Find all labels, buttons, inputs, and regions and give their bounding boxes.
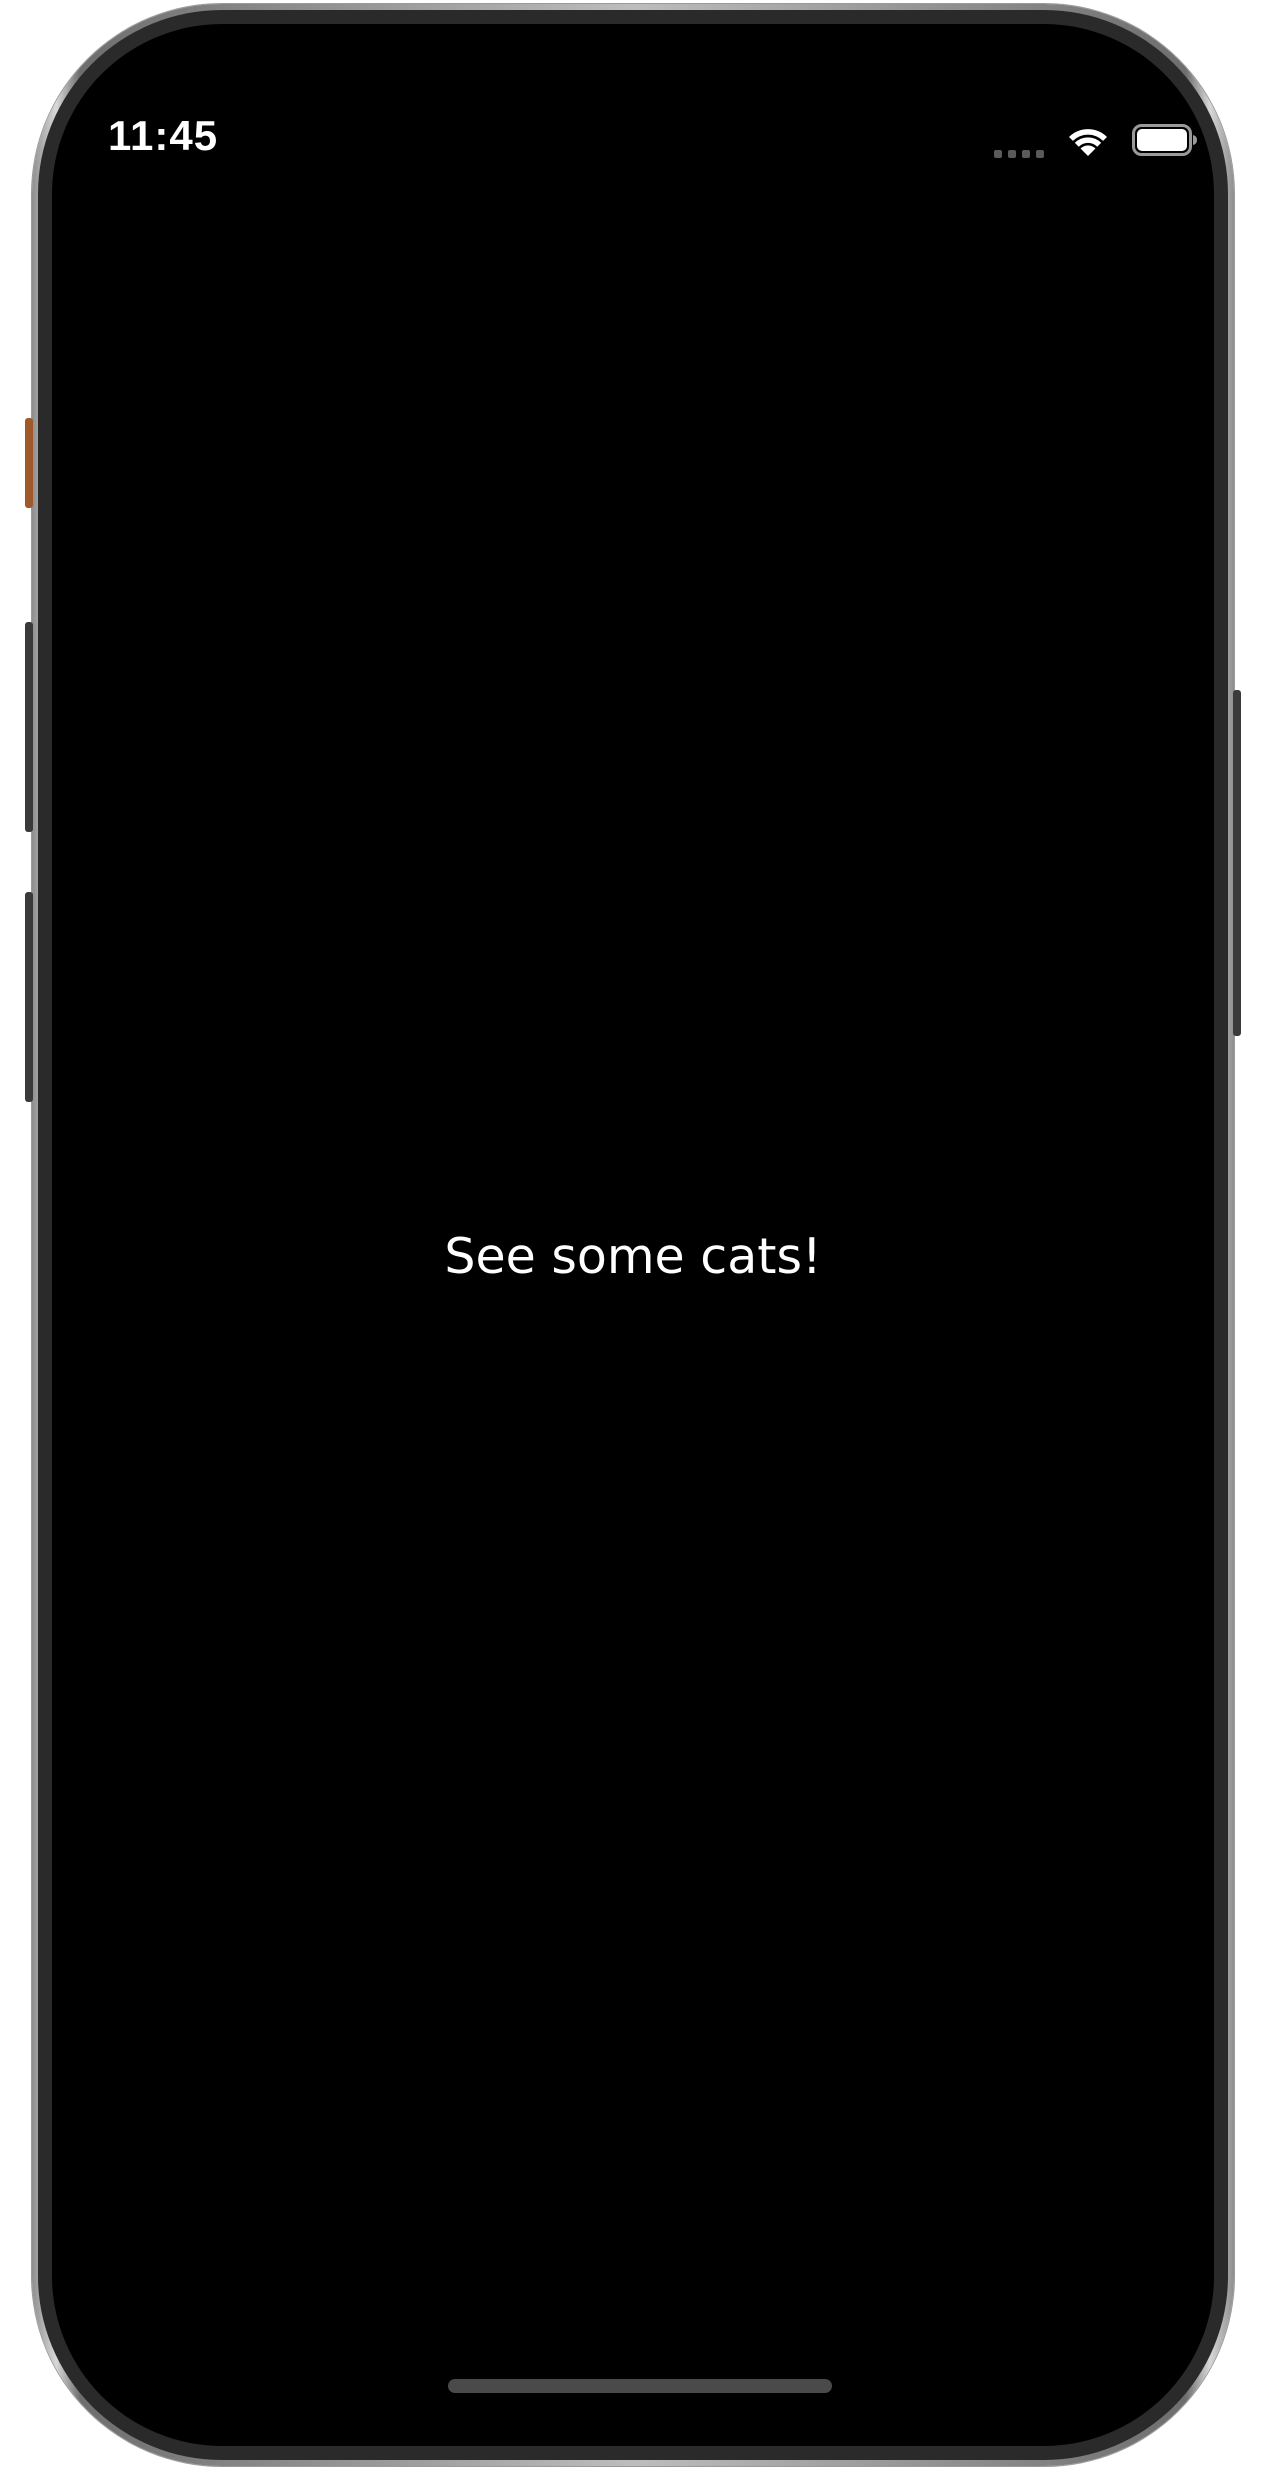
mute-switch [25,418,33,508]
power-button [1233,690,1241,1036]
home-indicator[interactable] [448,2379,832,2393]
volume-down-button [25,892,33,1102]
battery-icon [1132,124,1198,156]
status-time: 11:45 [108,112,219,159]
see-cats-button[interactable]: See some cats! [52,1228,1214,1285]
status-icons [994,122,1198,158]
signal-icon [994,150,1044,158]
wifi-icon [1066,123,1110,157]
screen: See some cats! [52,24,1214,2446]
phone-frame: See some cats! [32,4,1234,2466]
phone-bezel: See some cats! [38,10,1228,2460]
volume-up-button [25,622,33,832]
